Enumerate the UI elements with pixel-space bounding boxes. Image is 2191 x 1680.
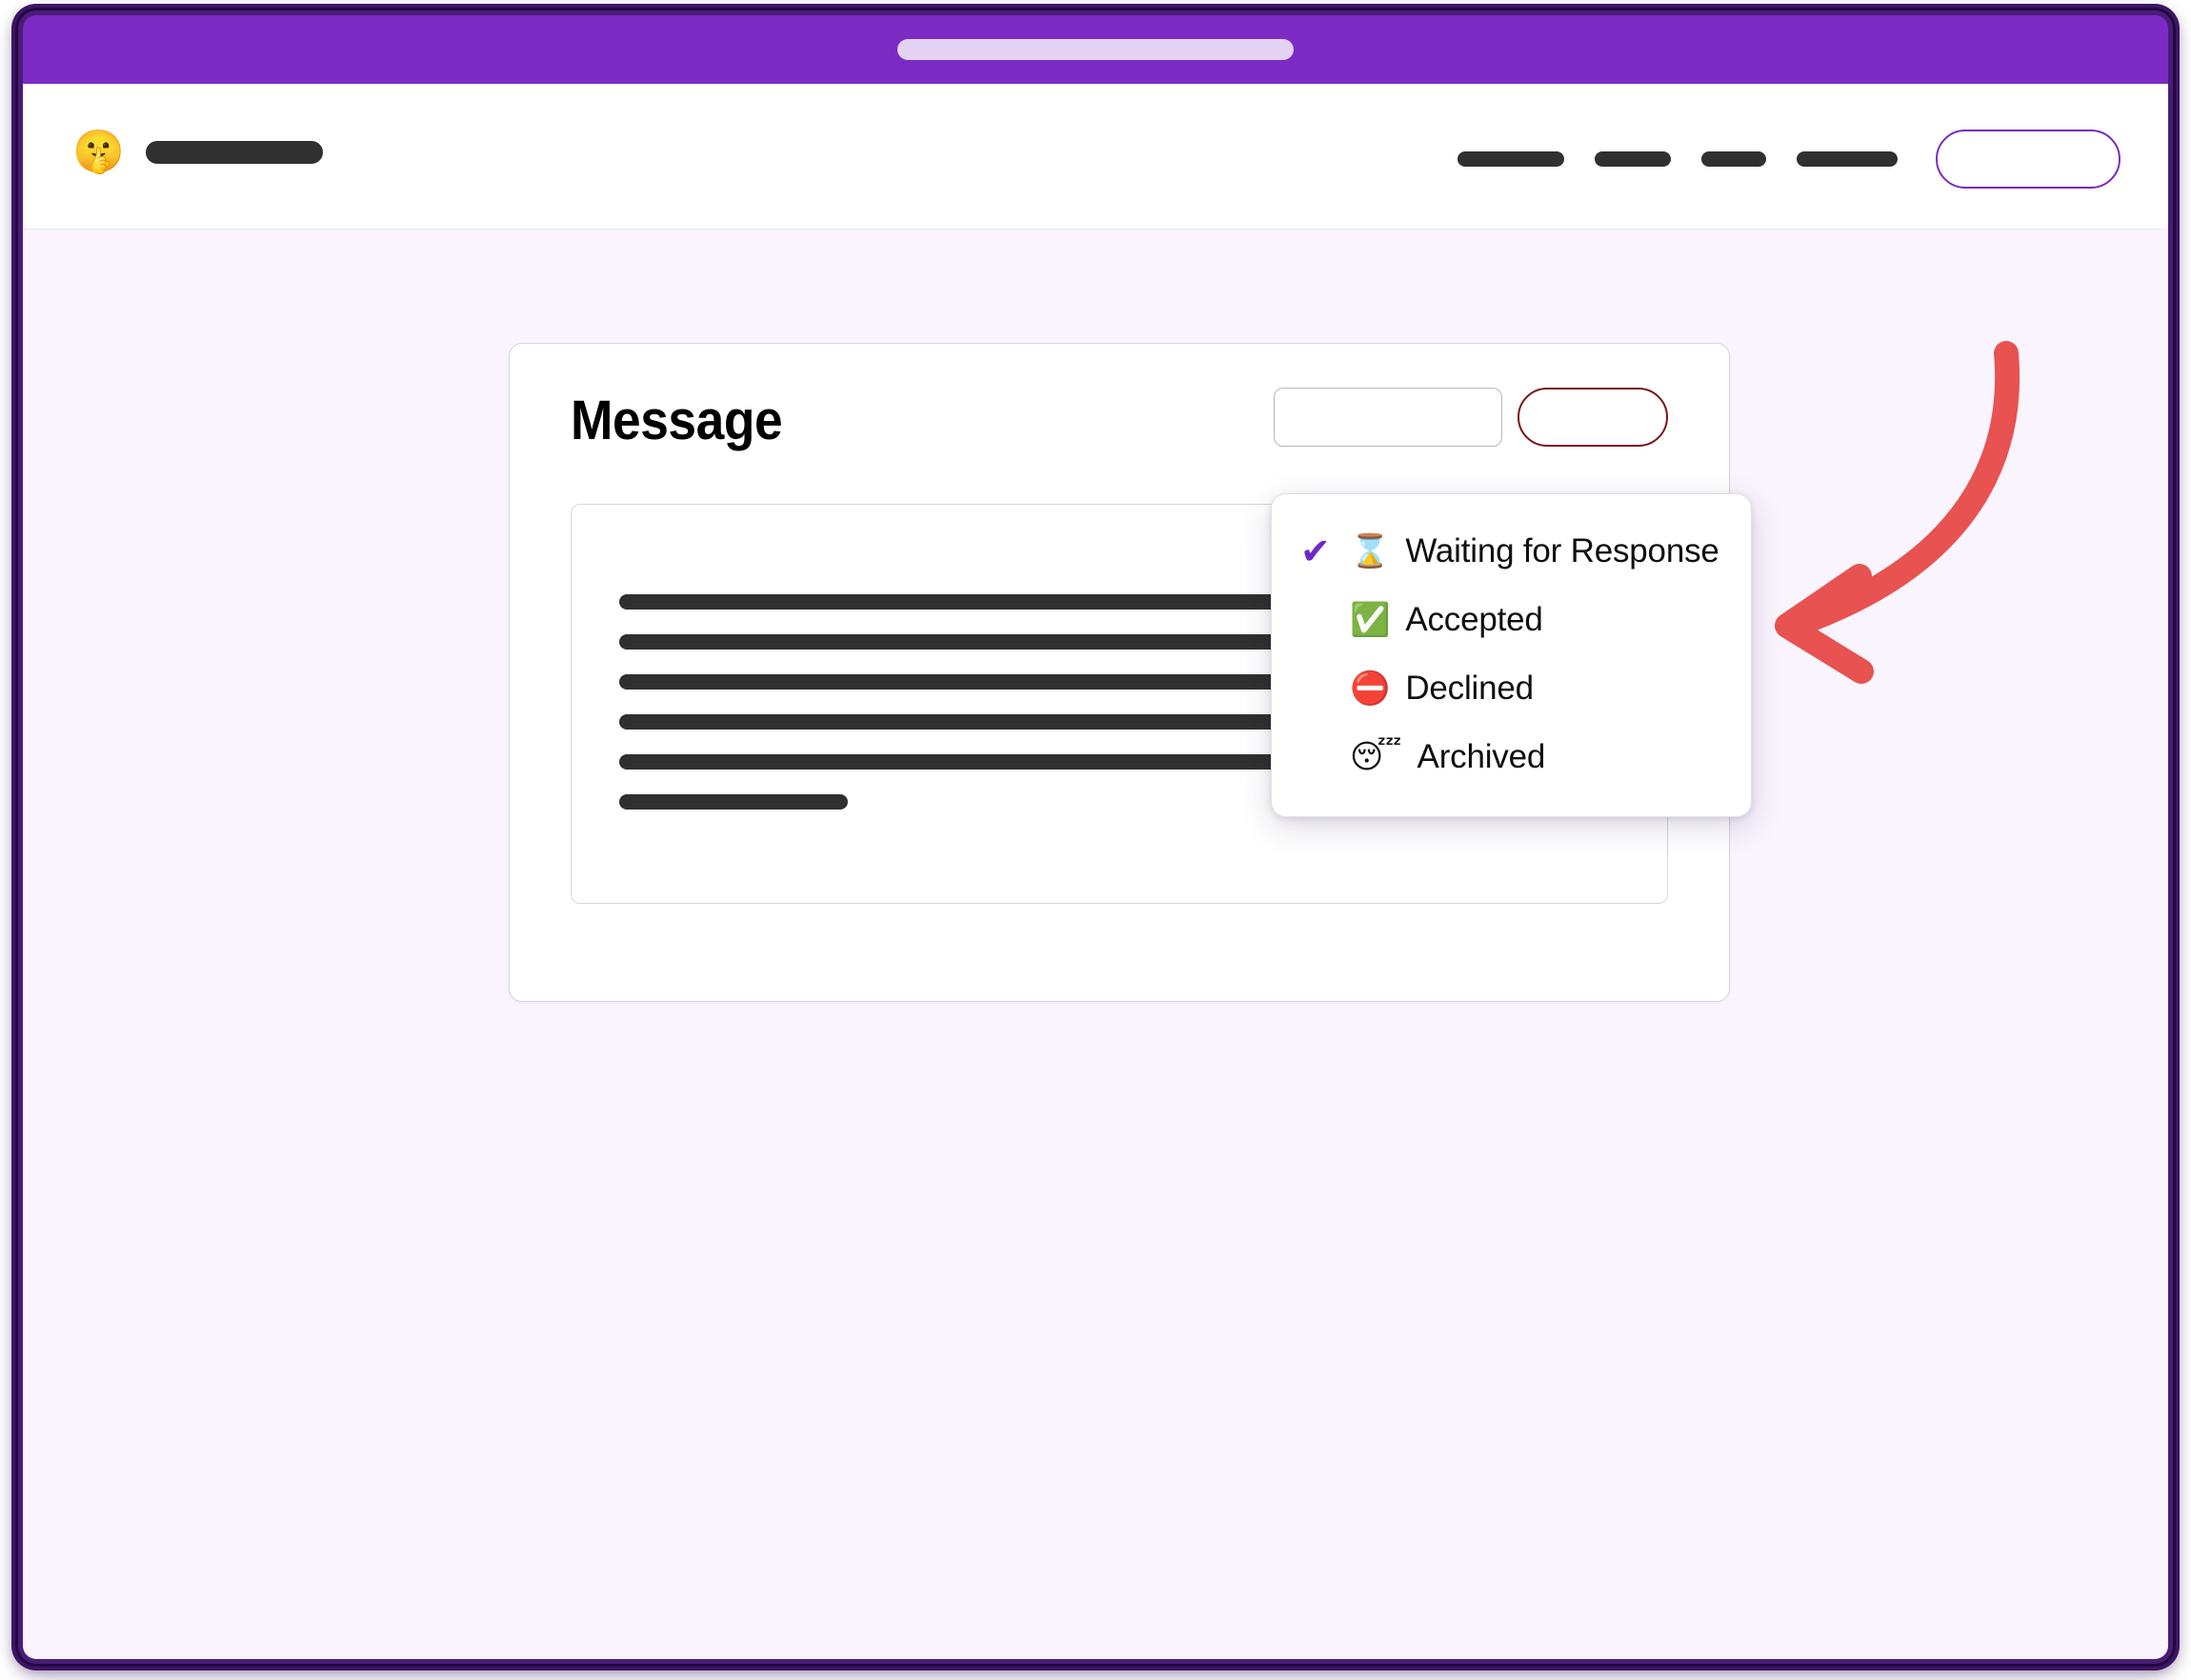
card-header-actions — [1274, 388, 1668, 447]
danger-action-button[interactable] — [1518, 388, 1668, 447]
status-select-trigger[interactable] — [1274, 388, 1502, 447]
browser-window: 🤫 Message ✔ ⌛ Waiting for Response ✅ Acc… — [15, 8, 2176, 1667]
main-nav — [1442, 128, 2121, 190]
brand-name-redacted — [145, 141, 323, 164]
nav-item-2[interactable] — [1579, 128, 1686, 190]
menu-item-label: Accepted — [1405, 601, 1543, 638]
page-title: Message — [571, 390, 783, 451]
nav-item-1[interactable] — [1442, 128, 1579, 190]
nav-item-4-label-redacted — [1797, 151, 1898, 167]
menu-item-label: Waiting for Response — [1405, 532, 1719, 570]
header-cta-button[interactable] — [1936, 130, 2121, 189]
menu-item-label: Declined — [1405, 670, 1534, 707]
menu-item-accepted[interactable]: ✅ Accepted — [1272, 586, 1751, 654]
menu-item-waiting-for-response[interactable]: ✔ ⌛ Waiting for Response — [1272, 517, 1751, 586]
nav-item-2-label-redacted — [1595, 151, 1671, 167]
annotation-arrow-icon — [1775, 341, 2020, 684]
nav-item-1-label-redacted — [1457, 151, 1564, 167]
card-header: Message — [571, 388, 1668, 470]
nav-item-4[interactable] — [1781, 128, 1913, 190]
page-viewport: 🤫 Message ✔ ⌛ Waiting for Response ✅ Acc… — [23, 84, 2168, 1659]
menu-item-archived[interactable]: 😴 Archived — [1272, 723, 1751, 791]
status-dropdown-menu: ✔ ⌛ Waiting for Response ✅ Accepted ⛔ De… — [1271, 493, 1752, 817]
sleeping-face-emoji: 😴 — [1350, 738, 1402, 776]
shushing-face-emoji: 🤫 — [72, 128, 125, 176]
brand-logo-group[interactable]: 🤫 — [72, 131, 323, 173]
menu-item-declined[interactable]: ⛔ Declined — [1272, 654, 1751, 723]
checkmark-icon: ✔ — [1300, 530, 1331, 572]
hourglass-emoji: ⌛ — [1350, 532, 1391, 570]
url-bar-redacted[interactable] — [897, 39, 1294, 60]
no-entry-emoji: ⛔ — [1350, 670, 1391, 708]
message-text-line — [619, 794, 848, 810]
site-header: 🤫 — [23, 84, 2168, 230]
check-mark-button-emoji: ✅ — [1350, 601, 1391, 639]
menu-item-label: Archived — [1417, 738, 1546, 775]
browser-chrome-bar — [23, 15, 2168, 84]
nav-item-3-label-redacted — [1701, 151, 1766, 167]
nav-item-3[interactable] — [1686, 128, 1781, 190]
